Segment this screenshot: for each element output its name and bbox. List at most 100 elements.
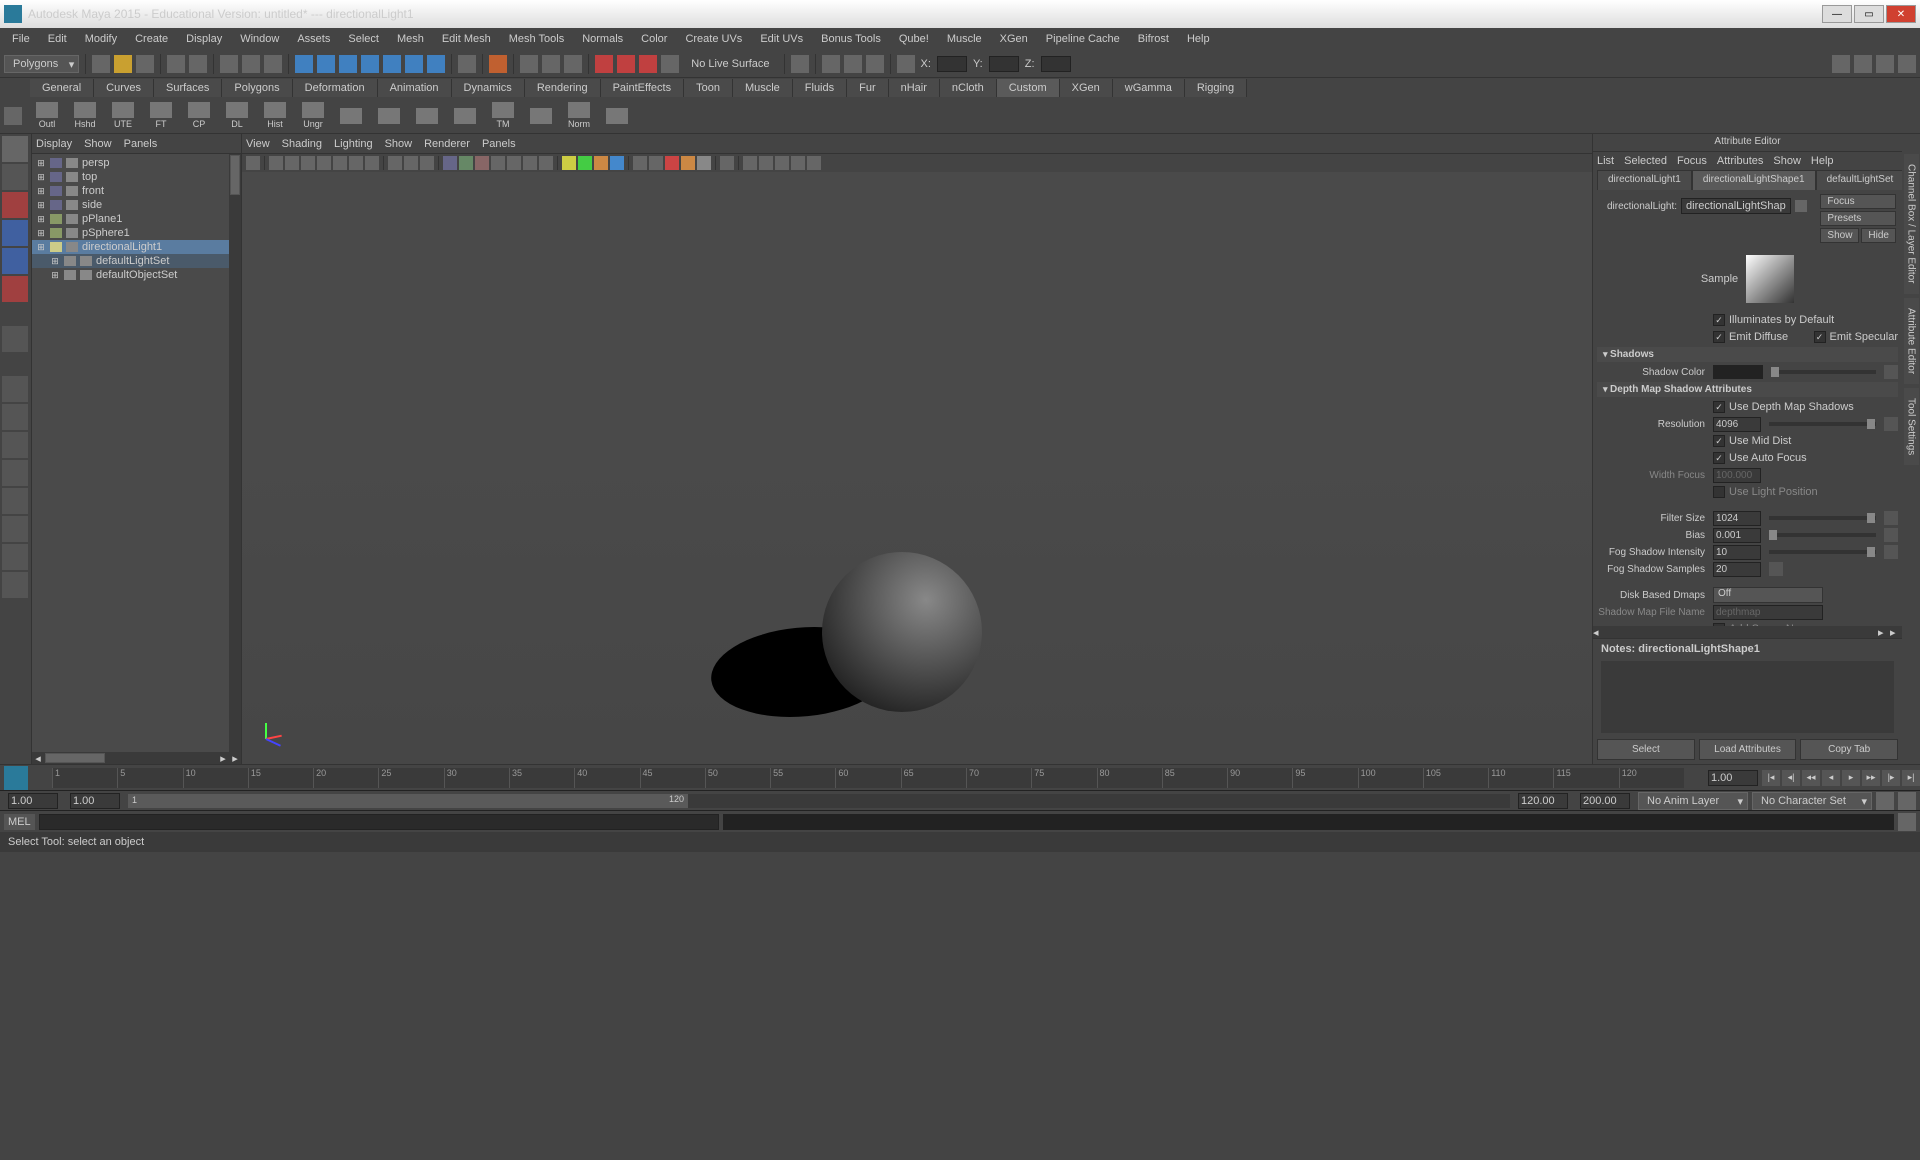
shelf-tab-rigging[interactable]: Rigging [1185,79,1247,97]
menu-normals[interactable]: Normals [574,31,631,47]
shelf-tab-deformation[interactable]: Deformation [293,79,378,97]
shelf-tab-xgen[interactable]: XGen [1060,79,1113,97]
sidebar-toggle-1-icon[interactable] [1832,55,1850,73]
ae-show-button[interactable]: Show [1820,228,1859,243]
outliner-menu-panels[interactable]: Panels [124,138,158,150]
viewport-icon-18[interactable] [562,156,576,170]
menu-modify[interactable]: Modify [77,31,125,47]
emit-specular-checkbox[interactable] [1814,331,1826,343]
shelf-tab-wgamma[interactable]: wGamma [1113,79,1185,97]
time-slider[interactable]: 1510152025303540455055606570758085909510… [0,764,1920,790]
fogint-slider[interactable] [1769,550,1876,554]
step-fwd-key-button[interactable]: |▸ [1882,770,1900,786]
snap-live-icon[interactable] [383,55,401,73]
viewport-icon-1[interactable] [269,156,283,170]
shelf-button-10[interactable] [410,100,444,132]
viewport-menu-renderer[interactable]: Renderer [424,138,470,150]
use-auto-checkbox[interactable] [1713,452,1725,464]
shelf-tab-painteffects[interactable]: PaintEffects [601,79,685,97]
shadow-color-map-icon[interactable] [1884,365,1898,379]
viewport-icon-7[interactable] [365,156,379,170]
range-slider[interactable]: 1120 [128,794,1510,808]
play-back-button[interactable]: ◂ [1822,770,1840,786]
ae-hide-button[interactable]: Hide [1861,228,1896,243]
viewport-icon-21[interactable] [610,156,624,170]
layout-1-icon[interactable] [791,55,809,73]
step-fwd-button[interactable]: ▸▸ [1862,770,1880,786]
menu-pipeline-cache[interactable]: Pipeline Cache [1038,31,1128,47]
shelf-button-5[interactable]: DL [220,100,254,132]
shelf-tab-rendering[interactable]: Rendering [525,79,601,97]
shelf-tab-nhair[interactable]: nHair [889,79,940,97]
shelf-tab-fluids[interactable]: Fluids [793,79,847,97]
sidebar-toggle-4-icon[interactable] [1898,55,1916,73]
range-end-input[interactable] [1518,793,1568,809]
ae-focus-button[interactable]: Focus [1820,194,1896,209]
outliner-menu-show[interactable]: Show [84,138,112,150]
shelf-tab-curves[interactable]: Curves [94,79,154,97]
emit-diffuse-checkbox[interactable] [1713,331,1725,343]
shelf-button-4[interactable]: CP [182,100,216,132]
shelf-button-2[interactable]: UTE [106,100,140,132]
shelf-button-11[interactable] [448,100,482,132]
ae-menu-help[interactable]: Help [1811,155,1834,167]
layout-two-side[interactable] [2,432,28,458]
menu-edit[interactable]: Edit [40,31,75,47]
lasso-tool[interactable] [2,164,28,190]
shelf-menu-icon[interactable] [4,107,22,125]
step-back-key-button[interactable]: ◂| [1782,770,1800,786]
viewport-icon-30[interactable] [775,156,789,170]
ae-menu-selected[interactable]: Selected [1624,155,1667,167]
viewport-icon-19[interactable] [578,156,592,170]
ae-nav-up-icon[interactable] [1795,200,1807,212]
select-comp-icon[interactable] [264,55,282,73]
shelf-button-9[interactable] [372,100,406,132]
menu-qube![interactable]: Qube! [891,31,937,47]
range-start-input[interactable] [70,793,120,809]
open-scene-icon[interactable] [114,55,132,73]
shelf-button-14[interactable]: Norm [562,100,596,132]
layout-single[interactable] [2,376,28,402]
use-lightpos-checkbox[interactable] [1713,486,1725,498]
outliner-item-top[interactable]: ⊞top [32,170,229,184]
viewport-icon-16[interactable] [523,156,537,170]
shadow-color-swatch[interactable] [1713,365,1763,379]
fogsamp-map-icon[interactable] [1769,562,1783,576]
viewport-icon-32[interactable] [807,156,821,170]
outliner-item-defaultObjectSet[interactable]: ⊞defaultObjectSet [32,268,229,282]
viewport-icon-14[interactable] [491,156,505,170]
shelf-tab-general[interactable]: General [30,79,94,97]
viewport-menu-view[interactable]: View [246,138,270,150]
z-input[interactable] [1041,56,1071,72]
shelf-tab-animation[interactable]: Animation [378,79,452,97]
char-set-dropdown[interactable]: No Character Set [1752,792,1872,810]
script-editor-icon[interactable] [1898,813,1916,831]
menu-muscle[interactable]: Muscle [939,31,990,47]
xyz-icon[interactable] [897,55,915,73]
viewport-icon-31[interactable] [791,156,805,170]
select-tool[interactable] [2,136,28,162]
viewport-icon-24[interactable] [665,156,679,170]
resolution-map-icon[interactable] [1884,417,1898,431]
shelf-tab-custom[interactable]: Custom [997,79,1060,97]
live-off-icon[interactable] [639,55,657,73]
scale-tool[interactable] [2,276,28,302]
play-fwd-button[interactable]: ▸ [1842,770,1860,786]
shelf-button-8[interactable] [334,100,368,132]
layout-3-icon[interactable] [844,55,862,73]
shelf-button-12[interactable]: TM [486,100,520,132]
rail-tab-0[interactable]: Channel Box / Layer Editor [1904,154,1919,294]
anim-end-input[interactable] [1580,793,1630,809]
outliner-scrollbar[interactable] [229,154,241,752]
viewport-icon-26[interactable] [697,156,711,170]
viewport-icon-29[interactable] [759,156,773,170]
ae-menu-show[interactable]: Show [1773,155,1801,167]
rail-tab-1[interactable]: Attribute Editor [1904,298,1919,384]
add-scene-checkbox[interactable] [1713,623,1725,626]
shelf-tab-dynamics[interactable]: Dynamics [452,79,525,97]
prefs-icon[interactable] [1898,792,1916,810]
shelf-tab-surfaces[interactable]: Surfaces [154,79,222,97]
viewport-icon-0[interactable] [246,156,260,170]
viewport-icon-22[interactable] [633,156,647,170]
menu-edit-mesh[interactable]: Edit Mesh [434,31,499,47]
